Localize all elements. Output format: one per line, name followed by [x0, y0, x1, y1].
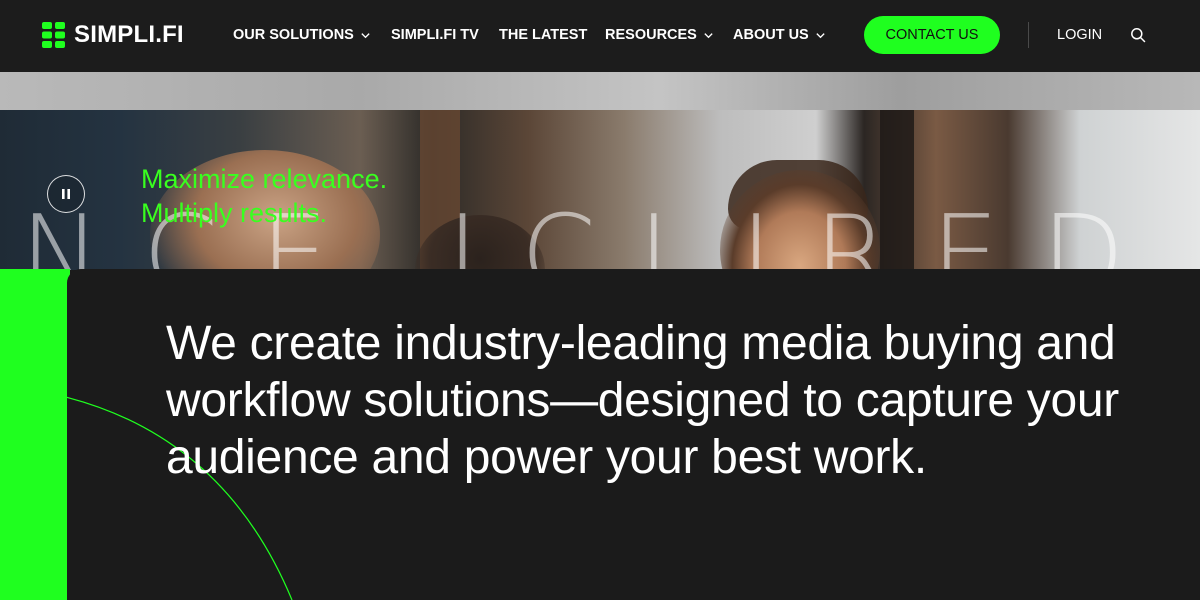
- hero-tagline: Maximize relevance. Multiply results.: [141, 162, 461, 230]
- logo-link[interactable]: SIMPLI.FI: [42, 21, 184, 48]
- accent-bar: [0, 269, 70, 600]
- simplifi-logo-icon: [42, 22, 65, 48]
- contact-us-button[interactable]: CONTACT US: [864, 16, 1000, 54]
- tagline-line: Maximize relevance.: [141, 164, 388, 194]
- nav-label: RESOURCES: [605, 27, 697, 43]
- chevron-down-icon: [704, 32, 713, 38]
- site-header: SIMPLI.FI OUR SOLUTIONS SIMPLI.FI TV THE…: [0, 0, 1200, 72]
- nav-about-us[interactable]: ABOUT US: [733, 25, 826, 45]
- chevron-down-icon: [816, 32, 825, 38]
- intro-section: We create industry-leading media buying …: [67, 269, 1200, 600]
- search-icon[interactable]: [1130, 27, 1146, 43]
- nav-label: SIMPLI.FI TV: [391, 27, 479, 43]
- chevron-down-icon: [361, 32, 370, 38]
- nav-resources[interactable]: RESOURCES: [605, 25, 714, 45]
- nav-simplifi-tv[interactable]: SIMPLI.FI TV: [391, 25, 479, 45]
- nav-the-latest[interactable]: THE LATEST: [499, 25, 587, 45]
- nav-label: THE LATEST: [499, 27, 588, 43]
- header-divider: [1028, 22, 1029, 48]
- nav-label: ABOUT US: [733, 27, 809, 43]
- nav-label: OUR SOLUTIONS: [233, 27, 354, 43]
- hero-top-strip: [0, 72, 1200, 110]
- logo-text: SIMPLI.FI: [74, 21, 184, 48]
- login-link[interactable]: LOGIN: [1057, 25, 1102, 45]
- tagline-line: Multiply results.: [141, 198, 328, 228]
- pause-icon: [62, 189, 70, 199]
- nav-our-solutions[interactable]: OUR SOLUTIONS: [233, 25, 371, 45]
- pause-video-button[interactable]: [47, 175, 85, 213]
- intro-headline: We create industry-leading media buying …: [166, 317, 1119, 484]
